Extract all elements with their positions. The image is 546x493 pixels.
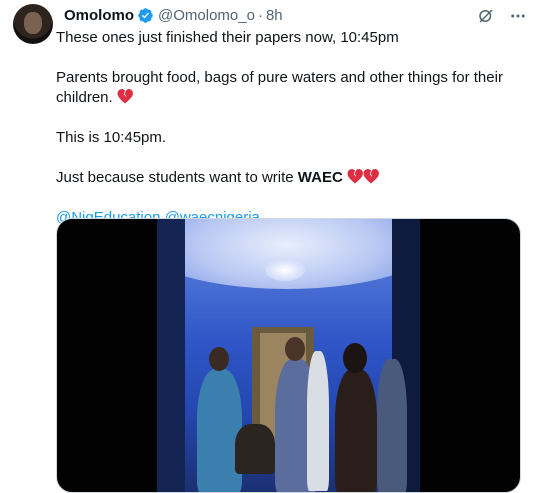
bag <box>235 424 275 474</box>
tweet[interactable]: Omolomo @Omolomo_o · 8h These ones just … <box>0 0 546 493</box>
author-handle[interactable]: @Omolomo_o <box>158 7 255 24</box>
waec-bold-text: WAEC <box>297 169 343 186</box>
author-name[interactable]: Omolomo <box>64 7 134 24</box>
video-frame <box>157 219 420 492</box>
person-head <box>209 347 229 371</box>
broken-heart-emoji <box>363 169 379 184</box>
broken-heart-emoji <box>117 89 133 104</box>
person-figure <box>307 351 329 491</box>
dark-pillar <box>157 219 185 492</box>
person-figure <box>335 369 377 492</box>
person-figure <box>197 369 242 492</box>
separator-dot: · <box>257 6 263 24</box>
more-options-icon[interactable] <box>508 6 528 26</box>
tweet-line: Parents brought food, bags of pure water… <box>56 68 526 108</box>
timestamp[interactable]: 8h <box>266 7 283 24</box>
tweet-line-text: Just because students want to write <box>56 169 298 186</box>
tweet-actions <box>476 6 528 26</box>
tweet-line: These ones just finished their papers no… <box>56 29 399 46</box>
person-figure <box>377 359 407 492</box>
tweet-media-video[interactable] <box>56 218 521 493</box>
tweet-text: These ones just finished their papers no… <box>56 28 526 228</box>
grok-icon[interactable] <box>476 6 496 26</box>
avatar-face <box>24 12 42 34</box>
tweet-line: Just because students want to write WAEC <box>56 168 526 188</box>
broken-heart-emoji <box>347 169 363 184</box>
tweet-header: Omolomo @Omolomo_o · 8h <box>64 4 283 26</box>
ceiling-light <box>265 259 305 281</box>
person-head <box>343 343 367 373</box>
tweet-line: This is 10:45pm. <box>56 129 167 146</box>
person-head <box>285 337 305 361</box>
avatar[interactable] <box>13 4 53 44</box>
verified-badge-icon <box>138 7 153 23</box>
